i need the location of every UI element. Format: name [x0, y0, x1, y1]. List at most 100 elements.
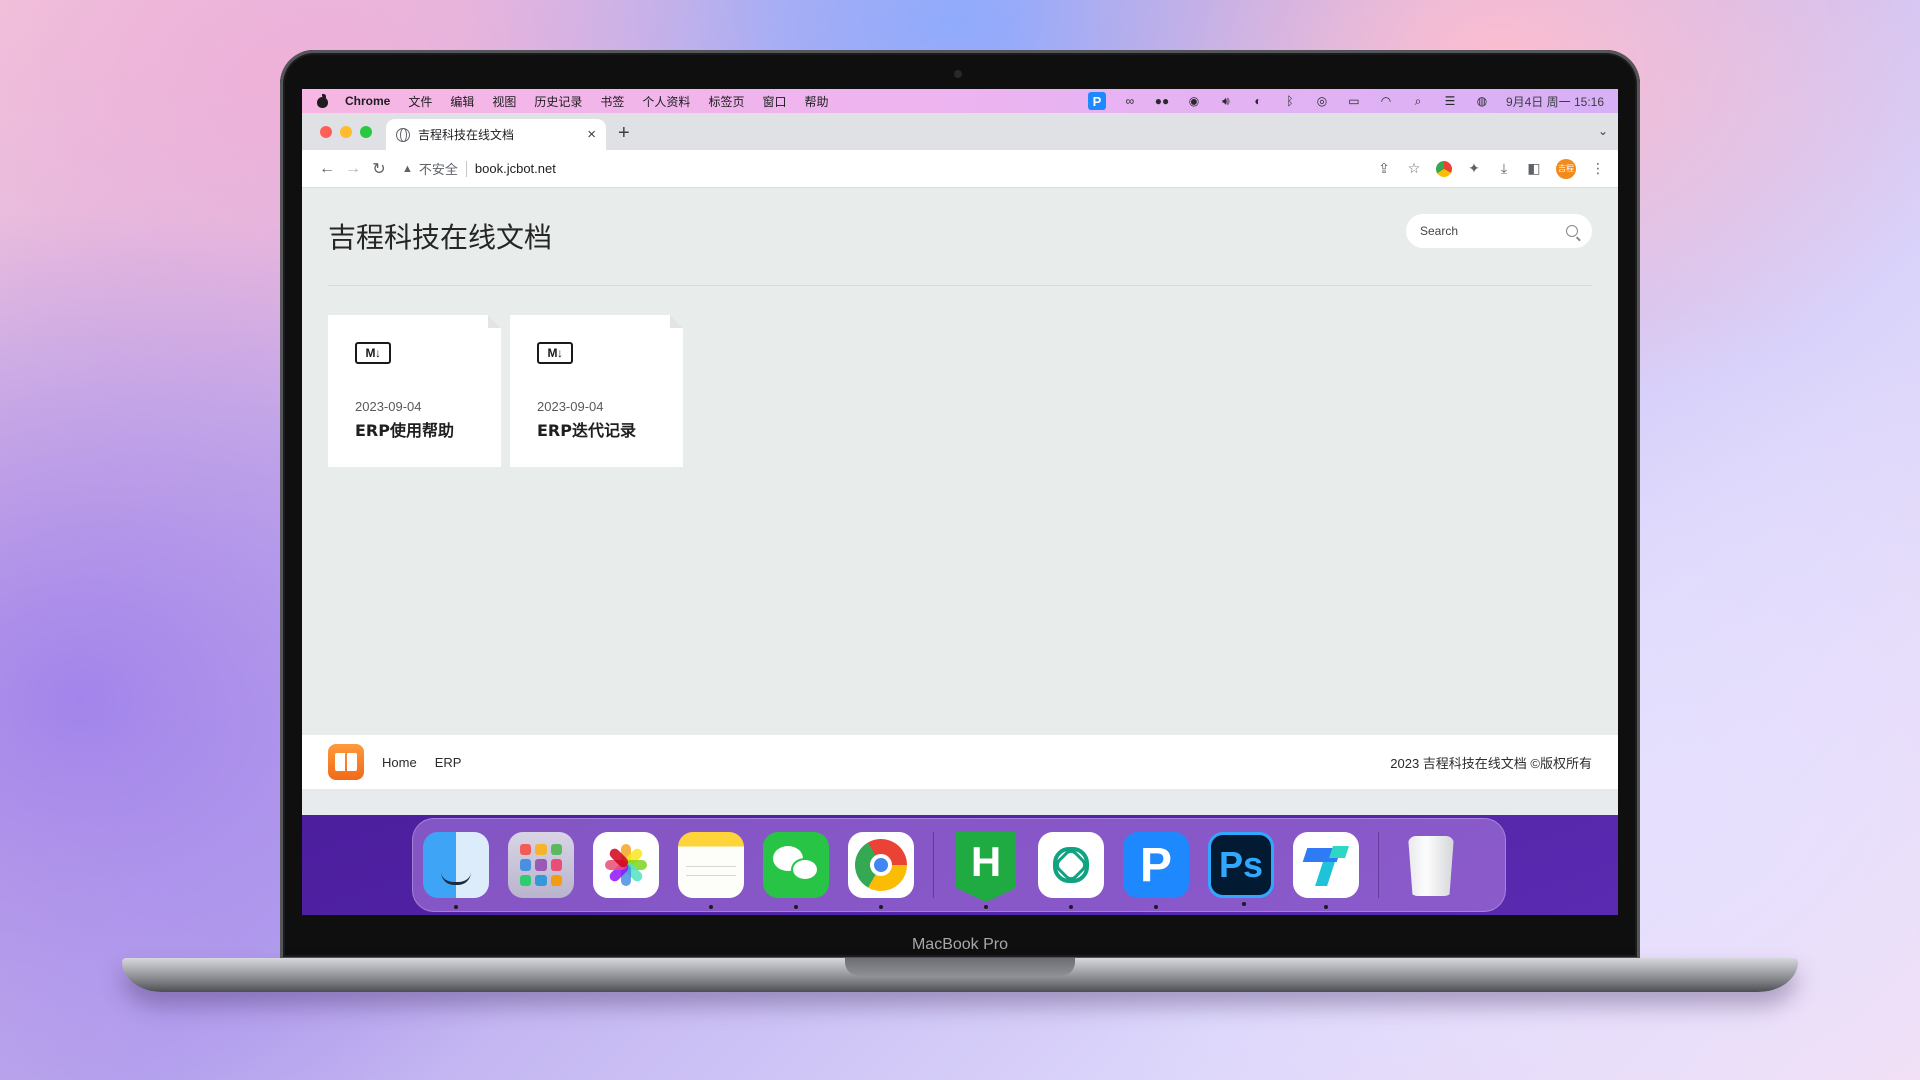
running-indicator	[1069, 905, 1073, 909]
maximize-window-button[interactable]	[360, 126, 372, 138]
header-divider	[328, 285, 1592, 286]
download-icon[interactable]: ⤓	[1496, 160, 1512, 177]
profile-avatar[interactable]: 吉程	[1556, 158, 1576, 179]
bluetooth-icon[interactable]: ᛒ	[1282, 94, 1298, 108]
security-label[interactable]: 不安全	[419, 159, 458, 178]
pixso-icon[interactable]: P	[1123, 832, 1189, 909]
steam-icon[interactable]: ◐	[1250, 94, 1266, 108]
menu-bookmarks[interactable]: 书签	[600, 93, 624, 110]
url-text[interactable]: book.jcbot.net	[475, 161, 556, 176]
photos-icon[interactable]	[593, 832, 659, 898]
device-label: MacBook Pro	[911, 936, 1009, 953]
tab-title: 吉程科技在线文档	[418, 128, 515, 142]
extensions-puzzle-icon[interactable]: ✦	[1466, 160, 1482, 177]
dock-separator	[1378, 832, 1379, 898]
laptop-notch	[845, 958, 1075, 976]
tab-close-icon[interactable]: ×	[587, 126, 596, 143]
lark-icon[interactable]	[1293, 832, 1359, 909]
bookmark-star-icon[interactable]: ☆	[1406, 160, 1422, 177]
pixso-label: P	[1139, 838, 1172, 892]
card-fold	[488, 315, 501, 328]
doc-card-erp-help[interactable]: M↓ 2023-09-04 ERP使用帮助	[328, 315, 501, 467]
menu-history[interactable]: 历史记录	[534, 93, 582, 110]
doc-date: 2023-09-04	[355, 399, 422, 414]
dock-separator	[933, 832, 934, 898]
menu-window[interactable]: 窗口	[762, 93, 786, 110]
menu-app-name[interactable]: Chrome	[345, 94, 390, 108]
extension-colorful-icon[interactable]	[1436, 160, 1452, 177]
running-indicator	[454, 905, 458, 909]
minimize-window-button[interactable]	[340, 126, 352, 138]
chrome-icon[interactable]	[848, 832, 914, 909]
finder-icon[interactable]	[423, 832, 489, 909]
creative-cloud-icon[interactable]: ∞	[1122, 94, 1138, 108]
warning-icon[interactable]: ▲	[402, 163, 413, 175]
toolbar-actions: ⇪ ☆ ✦ ⤓ ◧ 吉程 ⋮	[1376, 158, 1606, 179]
search-icon[interactable]	[1566, 225, 1578, 237]
spotlight-icon[interactable]: ⌕	[1410, 94, 1426, 108]
status-area: P ∞ ●● ◉ 🔊︎ ◐ ᛒ ◎ ▭ ◠ ⌕ ☰ ◍ 9月4日 周一 15:1…	[1087, 92, 1618, 110]
menu-tab[interactable]: 标签页	[708, 93, 744, 110]
screen: Chrome 文件 编辑 视图 历史记录 书签 个人资料 标签页 窗口 帮助 P…	[302, 89, 1618, 915]
address-bar[interactable]: ▲ 不安全 book.jcbot.net	[402, 155, 556, 183]
back-arrow-icon[interactable]: ←	[314, 160, 340, 178]
shield-status-icon[interactable]: ◉	[1186, 94, 1202, 108]
photoshop-label: Ps	[1218, 844, 1264, 885]
user-icon[interactable]: ◎	[1314, 94, 1330, 108]
launchpad-icon[interactable]	[508, 832, 574, 898]
notes-icon[interactable]	[678, 832, 744, 909]
apple-menu-icon[interactable]	[316, 93, 329, 109]
control-center-icon[interactable]: ☰	[1442, 94, 1458, 108]
share-icon[interactable]: ⇪	[1376, 160, 1392, 177]
reload-icon[interactable]: ↻	[366, 159, 392, 179]
battery-icon[interactable]: ▭	[1346, 94, 1362, 108]
search-box[interactable]: Search	[1406, 214, 1592, 248]
running-indicator	[984, 905, 988, 909]
footer-link-erp[interactable]: ERP	[435, 755, 462, 770]
camera	[954, 70, 962, 78]
footer-copyright: 2023 吉程科技在线文档 ©版权所有	[1390, 755, 1592, 771]
menu-bar: Chrome 文件 编辑 视图 历史记录 书签 个人资料 标签页 窗口 帮助 P…	[302, 89, 1618, 113]
card-fold	[670, 315, 683, 328]
tab-active[interactable]: 吉程科技在线文档 ×	[386, 119, 606, 150]
menu-view[interactable]: 视图	[492, 93, 516, 110]
wechat-status-icon[interactable]: ●●	[1154, 94, 1170, 108]
running-indicator	[709, 905, 713, 909]
book-logo-icon[interactable]	[328, 744, 364, 780]
menu-file[interactable]: 文件	[408, 93, 432, 110]
doc-date: 2023-09-04	[537, 399, 604, 414]
browser-toolbar: ← → ↻ ▲ 不安全 book.jcbot.net ⇪ ☆ ✦ ⤓ ◧ 吉程 …	[302, 150, 1618, 188]
doc-title[interactable]: ERP使用帮助	[355, 417, 454, 441]
trash-icon[interactable]	[1398, 832, 1464, 898]
doc-card-erp-changelog[interactable]: M↓ 2023-09-04 ERP迭代记录	[510, 315, 683, 467]
side-panel-icon[interactable]: ◧	[1526, 160, 1542, 177]
menu-clock[interactable]: 9月4日 周一 15:16	[1506, 93, 1604, 110]
tab-search-chevron-icon[interactable]: ⌄	[1598, 124, 1608, 138]
siri-icon[interactable]: ◍	[1474, 94, 1490, 108]
page-content: 吉程科技在线文档 Search M↓ 2023-09-04 ERP使用帮助 M↓…	[302, 188, 1618, 735]
footer-link-home[interactable]: Home	[382, 755, 417, 770]
volume-icon[interactable]: 🔊︎	[1218, 94, 1234, 108]
menu-help[interactable]: 帮助	[804, 93, 828, 110]
page-footer: Home ERP 2023 吉程科技在线文档 ©版权所有	[302, 735, 1618, 789]
menu-profiles[interactable]: 个人资料	[642, 93, 690, 110]
running-indicator	[1242, 902, 1246, 906]
dock: H P Ps	[412, 818, 1506, 912]
forward-arrow-icon[interactable]: →	[340, 160, 366, 178]
running-indicator	[879, 905, 883, 909]
markdown-icon: M↓	[355, 342, 391, 364]
running-indicator	[794, 905, 798, 909]
globe-icon	[396, 127, 410, 142]
new-tab-button[interactable]: +	[618, 122, 630, 145]
hbuilderx-icon[interactable]: H	[953, 832, 1019, 909]
more-menu-icon[interactable]: ⋮	[1590, 160, 1606, 177]
photoshop-icon[interactable]: Ps	[1208, 832, 1274, 906]
wifi-icon[interactable]: ◠	[1378, 94, 1394, 108]
chatgpt-icon[interactable]	[1038, 832, 1104, 909]
close-window-button[interactable]	[320, 126, 332, 138]
p-status-icon[interactable]: P	[1087, 92, 1106, 110]
wechat-icon[interactable]	[763, 832, 829, 909]
search-input[interactable]: Search	[1420, 224, 1458, 238]
menu-edit[interactable]: 编辑	[450, 93, 474, 110]
doc-title[interactable]: ERP迭代记录	[537, 417, 636, 441]
